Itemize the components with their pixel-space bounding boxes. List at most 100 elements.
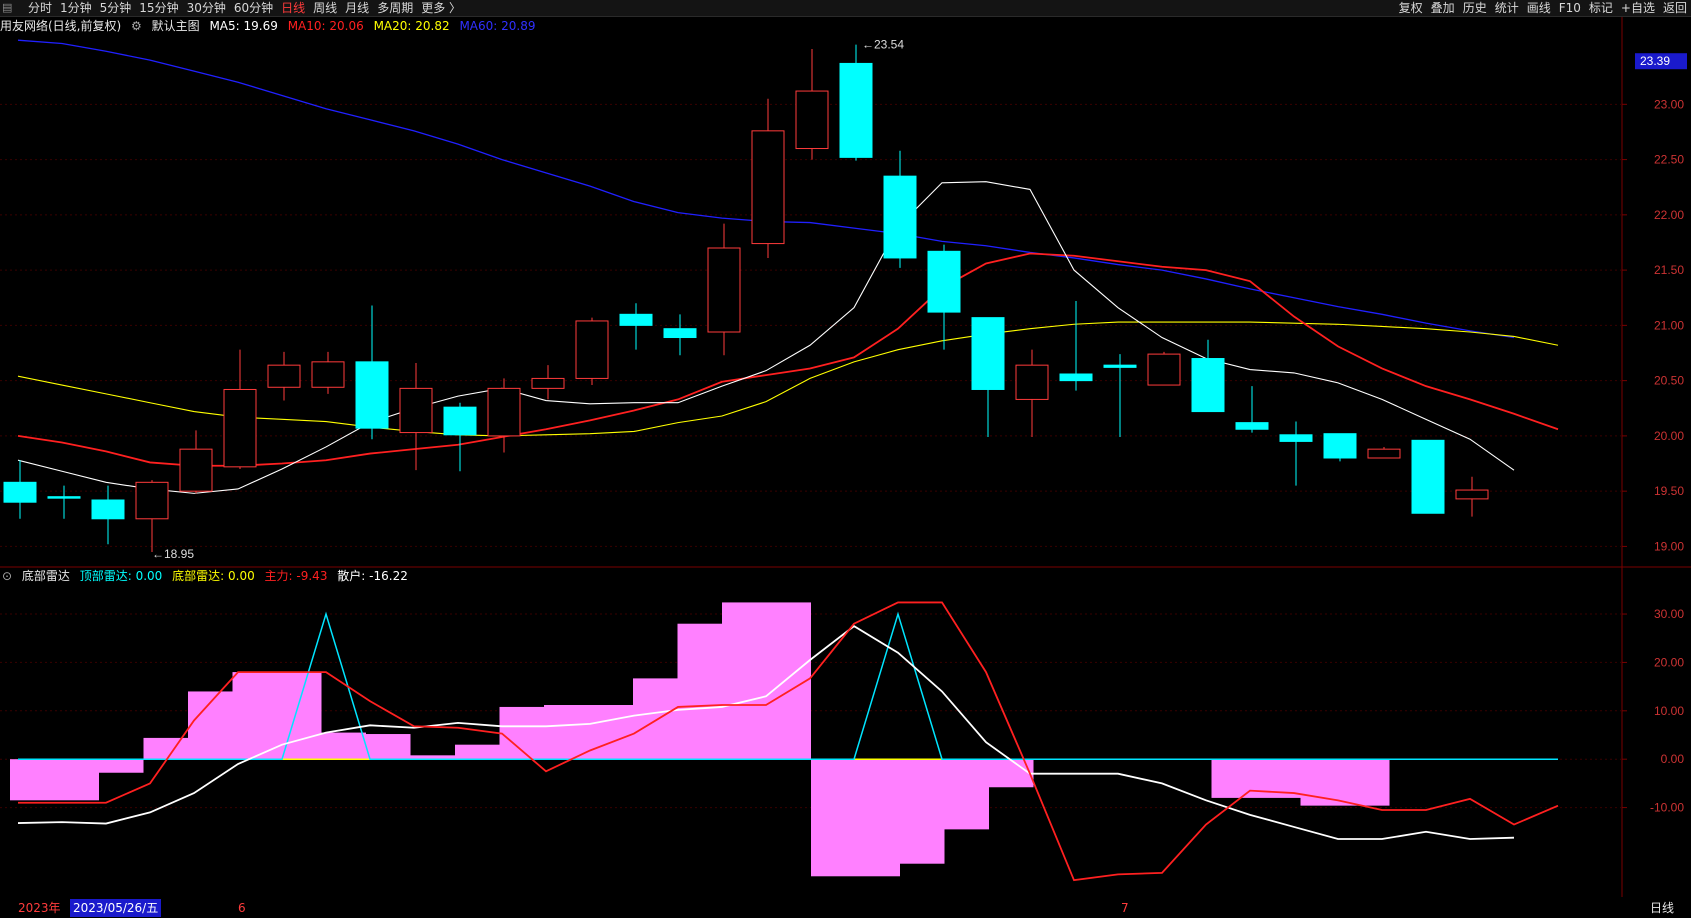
histogram-bar — [143, 737, 188, 760]
main-tick-label: 22.00 — [1654, 208, 1684, 222]
candle-body — [223, 388, 257, 468]
candle-body — [751, 130, 785, 245]
month-june-label: 6 — [238, 901, 246, 915]
candle-body — [179, 448, 213, 492]
candle — [487, 378, 521, 453]
candle-body — [883, 175, 917, 259]
indicator-tick-label: 20.00 — [1654, 655, 1684, 669]
month-july-label: 7 — [1121, 901, 1129, 915]
candle-body — [619, 313, 653, 326]
candle-body — [1279, 434, 1313, 442]
candle-body — [267, 364, 301, 388]
candle-body — [1147, 353, 1181, 386]
candle-body — [1323, 433, 1357, 459]
chart-canvas[interactable]: 19.00 19.50 20.00 20.50 21.00 21.50 22.00 22.50… — [0, 17, 1691, 897]
year-label: 2023年 — [18, 901, 61, 915]
candle-body — [3, 481, 37, 503]
candle-body — [1235, 422, 1269, 430]
candle — [1235, 386, 1269, 433]
histogram-bar — [277, 672, 322, 760]
top-toolbar: ▤ 分时 1分钟 5分钟 15分钟 30分钟 60分钟 日线 周线 月线 多周期 更多 〉 复权 叠加… — [0, 0, 1691, 17]
period-menu-item-1[interactable]: 1分钟 — [56, 0, 96, 16]
window-menu-icon[interactable]: ▤ — [2, 1, 14, 14]
candle-body — [135, 481, 169, 520]
histogram-bar — [722, 602, 767, 760]
candle-body — [91, 499, 125, 520]
histogram-bar — [455, 744, 500, 760]
last-price-label: 23.39 — [1640, 54, 1670, 68]
period-menu-item-3[interactable]: 15分钟 — [135, 0, 182, 16]
candle — [971, 317, 1005, 437]
tool-menu-item-0[interactable]: 复权 — [1395, 0, 1427, 16]
candle — [1455, 476, 1489, 517]
selected-date-label: 2023/05/26/五 — [70, 899, 162, 917]
candle — [927, 244, 961, 350]
candle-body — [399, 387, 433, 434]
candle — [619, 303, 653, 350]
candle-body — [487, 387, 521, 437]
period-menu-item-5[interactable]: 60分钟 — [230, 0, 277, 16]
candle-body — [443, 406, 477, 436]
candle — [839, 44, 873, 161]
tool-menu-item-1[interactable]: 叠加 — [1427, 0, 1459, 16]
tool-menu-item-3[interactable]: 统计 — [1491, 0, 1523, 16]
main-tick-label: 20.50 — [1654, 374, 1684, 388]
low-annotation: ←18.95 — [152, 547, 194, 561]
histogram-bar — [855, 759, 900, 877]
candle — [1059, 301, 1093, 391]
tool-menu-item-7[interactable]: +自选 — [1617, 0, 1659, 16]
period-menu-item-6[interactable]: 日线 — [277, 0, 309, 16]
period-menu-item-8[interactable]: 月线 — [341, 0, 373, 16]
tool-menu-item-5[interactable]: F10 — [1555, 0, 1585, 16]
period-menu-item-4[interactable]: 30分钟 — [183, 0, 230, 16]
candle — [531, 365, 565, 400]
candle-body — [355, 361, 389, 429]
candle-body — [1059, 373, 1093, 382]
period-menu-item-10[interactable]: 更多 〉 — [417, 0, 465, 16]
main-tick-label: 20.00 — [1654, 429, 1684, 443]
histogram-bar — [99, 759, 144, 773]
candle — [311, 351, 345, 394]
tool-menu-item-4[interactable]: 画线 — [1523, 0, 1555, 16]
candle — [1191, 339, 1225, 413]
candle — [1015, 349, 1049, 437]
candle-body — [707, 247, 741, 333]
candle — [1279, 421, 1313, 486]
candle — [399, 362, 433, 471]
period-label[interactable]: 日线 — [1650, 899, 1674, 917]
tool-menu-item-6[interactable]: 标记 — [1585, 0, 1617, 16]
histogram-bar — [811, 759, 856, 877]
candle-body — [1015, 364, 1049, 400]
tool-menu-item-8[interactable]: 返回 — [1659, 0, 1691, 16]
candle — [1411, 439, 1445, 514]
candle — [1103, 354, 1137, 437]
period-menu-item-9[interactable]: 多周期 — [373, 0, 417, 16]
candle — [179, 430, 213, 494]
main-tick-label: 22.50 — [1654, 153, 1684, 167]
candle-body — [531, 377, 565, 389]
candle-body — [575, 320, 609, 379]
main-tick-label: 23.00 — [1654, 97, 1684, 111]
main-tick-label: 19.00 — [1654, 539, 1684, 553]
candle — [751, 98, 785, 258]
candle-body — [971, 317, 1005, 390]
histogram-bar — [677, 623, 722, 760]
candle — [3, 460, 37, 519]
period-menu-item-2[interactable]: 5分钟 — [96, 0, 136, 16]
tool-menu-item-2[interactable]: 历史 — [1459, 0, 1491, 16]
candle-body — [1191, 358, 1225, 413]
candle-body — [927, 250, 961, 313]
period-menu-item-0[interactable]: 分时 — [24, 0, 56, 16]
candle-body — [795, 90, 829, 150]
histogram-bar — [544, 705, 589, 760]
period-menu-item-7[interactable]: 周线 — [309, 0, 341, 16]
indicator-tick-label: 30.00 — [1654, 607, 1684, 621]
candle — [223, 349, 257, 470]
histogram-bar — [10, 759, 55, 801]
candle — [443, 402, 477, 472]
candle — [267, 351, 301, 401]
tools-menu: 复权 叠加 历史 统计 画线 F10 标记 +自选 返回 — [1395, 0, 1691, 16]
candle-body — [47, 496, 81, 499]
high-annotation: ←23.54 — [862, 38, 904, 52]
histogram-bar — [1345, 759, 1390, 806]
